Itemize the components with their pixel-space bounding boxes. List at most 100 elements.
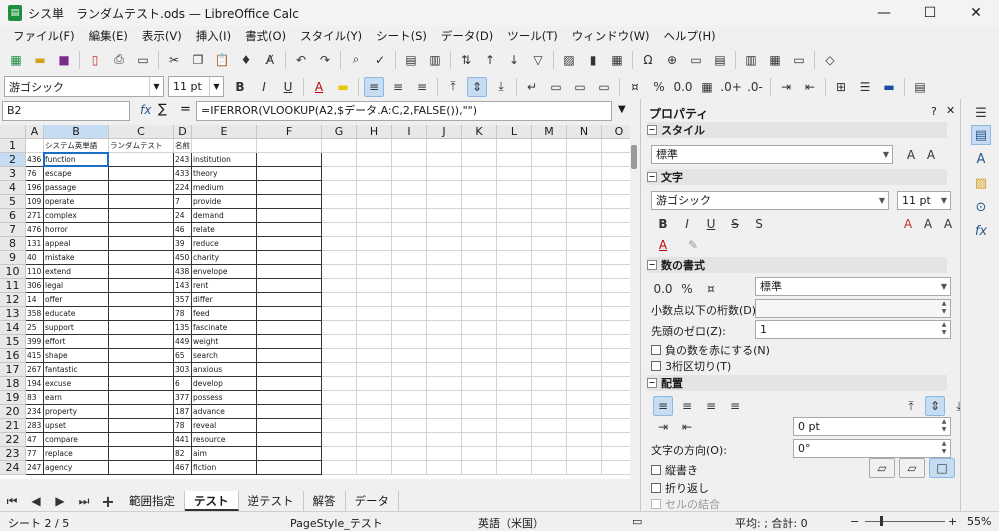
delete-decimal-icon[interactable]: .0-	[745, 77, 765, 97]
navigator-icon[interactable]: ⊙	[971, 197, 991, 217]
cell[interactable]	[357, 461, 392, 475]
cell[interactable]	[427, 153, 462, 167]
cell[interactable]	[427, 363, 462, 377]
cell-a19[interactable]: 83	[26, 391, 44, 405]
cell[interactable]	[392, 139, 427, 153]
menu-insert[interactable]: 挿入(I)	[189, 28, 238, 44]
row-header[interactable]: 14	[0, 321, 26, 335]
cell-a9[interactable]: 40	[26, 251, 44, 265]
row-header[interactable]: 6	[0, 209, 26, 223]
cell[interactable]	[109, 335, 174, 349]
page-style[interactable]: PageStyle_テスト	[290, 515, 383, 531]
underline-icon[interactable]: U	[701, 214, 721, 234]
paste-icon[interactable]: 📋	[212, 50, 232, 70]
cell[interactable]	[322, 195, 357, 209]
zoom-level[interactable]: 55%	[967, 515, 991, 528]
column-header-b[interactable]: B	[44, 125, 109, 139]
save-icon[interactable]: ■	[54, 50, 74, 70]
cell-d5[interactable]: 7	[174, 195, 192, 209]
row-header[interactable]: 23	[0, 447, 26, 461]
language[interactable]: 英語（米国）	[478, 515, 544, 531]
highlight-icon[interactable]: ✎	[683, 235, 703, 255]
row-icon[interactable]: ▤	[401, 50, 421, 70]
cell[interactable]	[602, 265, 630, 279]
cell[interactable]	[567, 279, 602, 293]
cell[interactable]	[497, 419, 532, 433]
align-left-icon[interactable]: ≡	[364, 76, 384, 97]
cell-a23[interactable]: 77	[26, 447, 44, 461]
spin-arrows-icon[interactable]: ▲ ▼	[938, 418, 950, 435]
cell[interactable]	[322, 405, 357, 419]
menu-view[interactable]: 表示(V)	[135, 28, 189, 44]
cell[interactable]	[257, 321, 322, 335]
cell-b6[interactable]: complex	[44, 209, 109, 223]
cell[interactable]	[497, 363, 532, 377]
cell[interactable]	[322, 419, 357, 433]
cell[interactable]	[462, 279, 497, 293]
cell[interactable]	[109, 419, 174, 433]
cell-e9[interactable]: charity	[192, 251, 257, 265]
text-angle-top-icon[interactable]: ▱	[899, 458, 925, 478]
cell[interactable]	[497, 279, 532, 293]
cell[interactable]	[357, 153, 392, 167]
zoom-in-icon[interactable]: +	[948, 515, 957, 528]
column-header-j[interactable]: J	[427, 125, 462, 139]
cell-a15[interactable]: 399	[26, 335, 44, 349]
cell[interactable]	[109, 181, 174, 195]
cell-d9[interactable]: 450	[174, 251, 192, 265]
cell[interactable]	[602, 251, 630, 265]
cell-b10[interactable]: extend	[44, 265, 109, 279]
row-header[interactable]: 22	[0, 433, 26, 447]
menu-tools[interactable]: ツール(T)	[500, 28, 565, 44]
headers-footers-icon[interactable]: ▤	[710, 50, 730, 70]
cell[interactable]	[532, 335, 567, 349]
cell-a10[interactable]: 110	[26, 265, 44, 279]
cell[interactable]	[532, 307, 567, 321]
styles-icon[interactable]: A	[971, 149, 991, 169]
cell[interactable]	[322, 447, 357, 461]
freeze-rows-icon[interactable]: ▦	[765, 50, 785, 70]
cell-b12[interactable]: offer	[44, 293, 109, 307]
menu-help[interactable]: ヘルプ(H)	[657, 28, 723, 44]
cell-d22[interactable]: 441	[174, 433, 192, 447]
cell[interactable]	[497, 167, 532, 181]
cell[interactable]	[257, 405, 322, 419]
cell[interactable]	[532, 195, 567, 209]
cell-b4[interactable]: passage	[44, 181, 109, 195]
wrap-text-icon[interactable]: ↵	[522, 77, 542, 97]
font-name-combo[interactable]: 游ゴシック ▼	[4, 76, 164, 97]
cell[interactable]	[322, 377, 357, 391]
cell[interactable]	[532, 461, 567, 475]
cell[interactable]	[392, 265, 427, 279]
function-wizard-icon[interactable]: fx	[140, 103, 151, 117]
bold-icon[interactable]: B	[230, 77, 250, 97]
row-header[interactable]: 12	[0, 293, 26, 307]
cell[interactable]	[357, 223, 392, 237]
cell[interactable]	[109, 433, 174, 447]
percent-format-icon[interactable]: %	[677, 279, 697, 299]
open-icon[interactable]: ▬	[30, 50, 50, 70]
cell-e20[interactable]: advance	[192, 405, 257, 419]
cell-e7[interactable]: relate	[192, 223, 257, 237]
new-icon[interactable]: ▦	[6, 50, 26, 70]
cell[interactable]	[322, 461, 357, 475]
cell[interactable]	[357, 181, 392, 195]
cell[interactable]	[497, 433, 532, 447]
cell[interactable]	[602, 349, 630, 363]
chevron-down-icon[interactable]: ▼	[209, 77, 223, 96]
zoom-slider[interactable]	[865, 521, 945, 522]
cell[interactable]	[357, 237, 392, 251]
formula-icon[interactable]: =	[180, 102, 191, 117]
cell[interactable]	[462, 461, 497, 475]
cell[interactable]	[357, 419, 392, 433]
menu-window[interactable]: ウィンドウ(W)	[565, 28, 657, 44]
cell[interactable]	[257, 209, 322, 223]
cell[interactable]	[357, 377, 392, 391]
cell-a3[interactable]: 76	[26, 167, 44, 181]
cell-b20[interactable]: property	[44, 405, 109, 419]
spin-arrows-icon[interactable]: ▲ ▼	[938, 440, 950, 457]
underline-icon[interactable]: U	[278, 77, 298, 97]
cell[interactable]	[322, 321, 357, 335]
align-right-icon[interactable]: ≡	[701, 396, 721, 416]
cell[interactable]	[462, 335, 497, 349]
